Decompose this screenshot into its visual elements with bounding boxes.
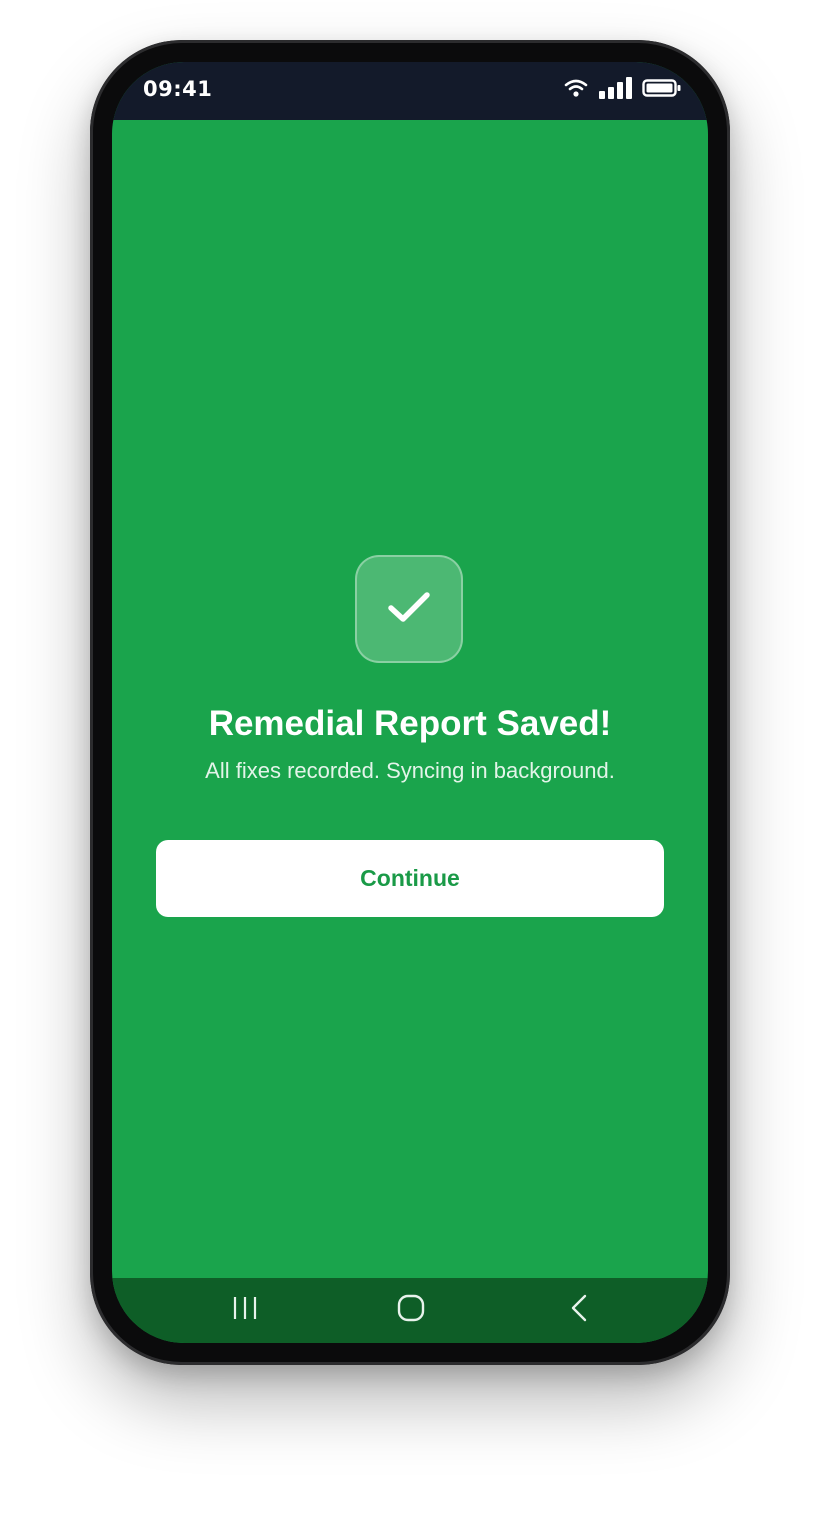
continue-button[interactable]: Continue [156,840,664,917]
home-button[interactable] [371,1278,451,1343]
phone-frame: 09:41 Remedial Report Saved! All fixes r… [90,40,730,1365]
recent-apps-button[interactable] [205,1278,285,1343]
status-time: 09:41 [143,77,213,101]
status-icons [564,76,682,104]
success-screen: Remedial Report Saved! All fixes recorde… [112,120,708,1278]
status-bar: 09:41 [112,62,708,120]
navigation-bar [112,1278,708,1343]
checkmark-icon [385,587,433,632]
wifi-icon [564,78,588,103]
back-icon [569,1294,589,1327]
home-icon [397,1294,425,1327]
success-subtitle: All fixes recorded. Syncing in backgroun… [205,758,615,783]
signal-icon [598,76,632,104]
battery-icon [642,78,682,103]
success-title: Remedial Report Saved! [208,704,612,743]
screen: 09:41 Remedial Report Saved! All fixes r… [112,62,708,1343]
recent-apps-icon [232,1296,258,1325]
success-badge [355,555,463,663]
back-button[interactable] [539,1278,619,1343]
